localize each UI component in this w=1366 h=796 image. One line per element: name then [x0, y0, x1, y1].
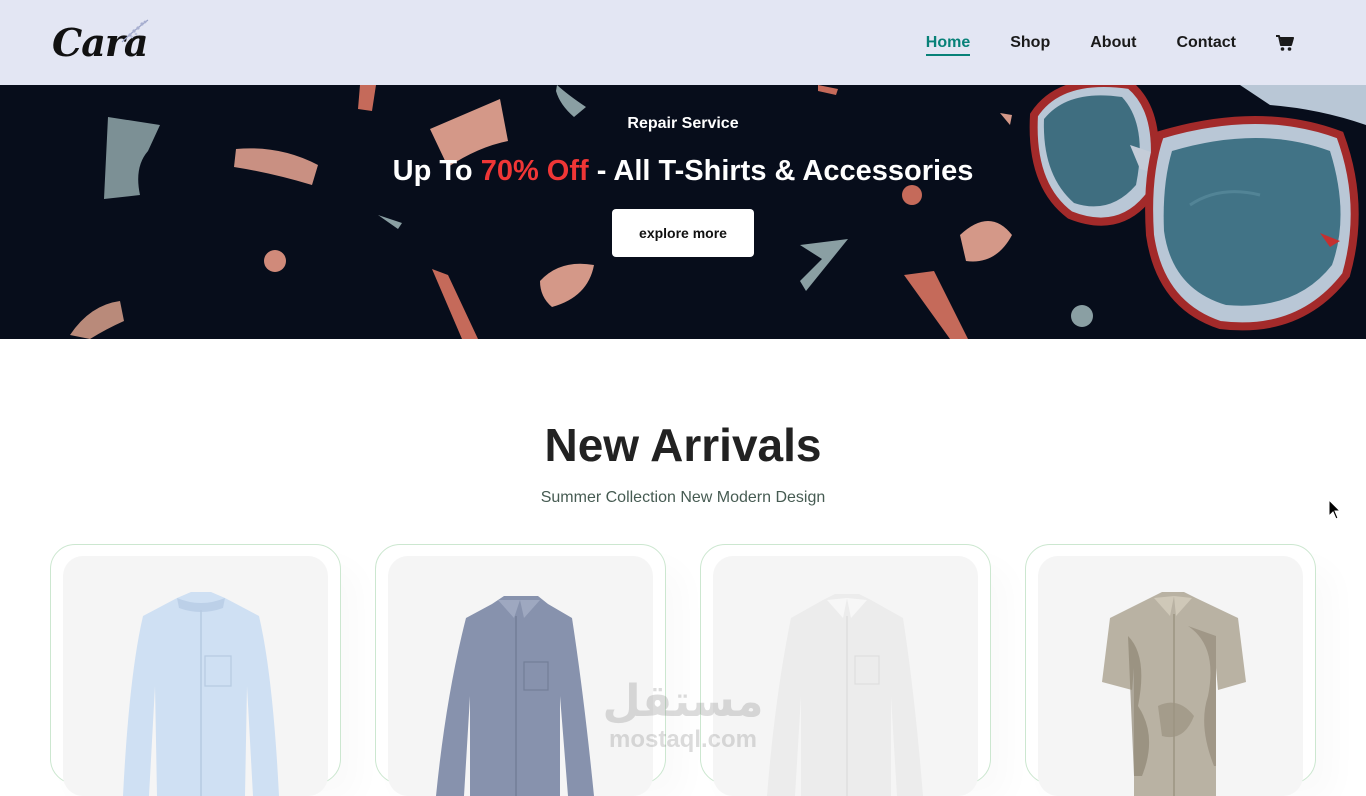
- nav-link-about[interactable]: About: [1090, 34, 1136, 52]
- nav-link-home[interactable]: Home: [925, 34, 971, 56]
- hero-title-highlight: 70% Off: [480, 155, 589, 187]
- hero-subtitle: Repair Service: [627, 115, 739, 132]
- brand-logo[interactable]: Cara: [52, 19, 149, 62]
- nav-link-contact[interactable]: Contact: [1176, 34, 1236, 52]
- product-image[interactable]: [713, 556, 978, 796]
- main-navigation: Home Shop About Contact: [925, 34, 1294, 56]
- hero-banner: Repair Service Up To 70% Off - All T-Shi…: [0, 85, 1366, 339]
- mouse-cursor-icon: [1328, 499, 1342, 520]
- explore-more-button[interactable]: explore more: [612, 209, 754, 257]
- product-card[interactable]: [700, 544, 991, 796]
- section-title: New Arrivals: [544, 419, 822, 471]
- hero-content: Repair Service Up To 70% Off - All T-Shi…: [0, 85, 1366, 339]
- nav-link-shop[interactable]: Shop: [1010, 34, 1050, 52]
- product-image[interactable]: [388, 556, 653, 796]
- lavender-sprig-icon: [121, 19, 149, 42]
- shirt-icon: [123, 592, 279, 796]
- product-image[interactable]: [63, 556, 328, 796]
- product-card[interactable]: [375, 544, 666, 796]
- site-header: Cara Home Shop About Contact: [0, 0, 1366, 85]
- hero-title-suffix: - All T-Shirts & Accessories: [588, 155, 974, 187]
- product-image[interactable]: [1038, 556, 1303, 796]
- product-card[interactable]: [1025, 544, 1316, 796]
- shirt-icon: [436, 596, 594, 796]
- section-subtitle: Summer Collection New Modern Design: [540, 489, 826, 506]
- product-card[interactable]: [50, 544, 341, 796]
- shopping-cart-icon[interactable]: [1276, 34, 1294, 52]
- shirt-icon: [1102, 592, 1246, 796]
- hero-title: Up To 70% Off - All T-Shirts & Accessori…: [0, 155, 1366, 188]
- hero-title-prefix: Up To: [392, 155, 481, 187]
- shirt-icon: [767, 594, 923, 796]
